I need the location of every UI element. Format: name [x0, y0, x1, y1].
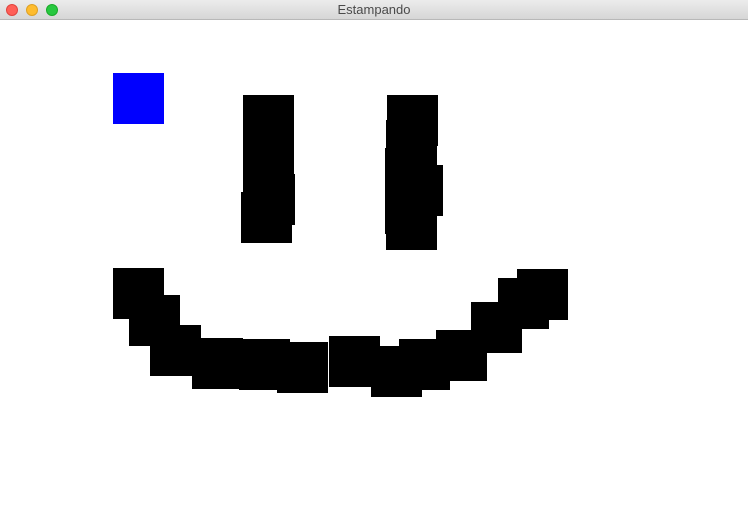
cursor-stamp [113, 73, 164, 124]
drawing-canvas[interactable] [0, 20, 748, 511]
stamp-square [192, 338, 243, 389]
app-window: Estampando [0, 0, 748, 511]
stamp-square [241, 192, 292, 243]
stamp-square [517, 269, 568, 320]
stamp-square [386, 199, 437, 250]
title-bar[interactable]: Estampando [0, 0, 748, 20]
stamp-square [277, 342, 328, 393]
window-title: Estampando [337, 2, 411, 17]
